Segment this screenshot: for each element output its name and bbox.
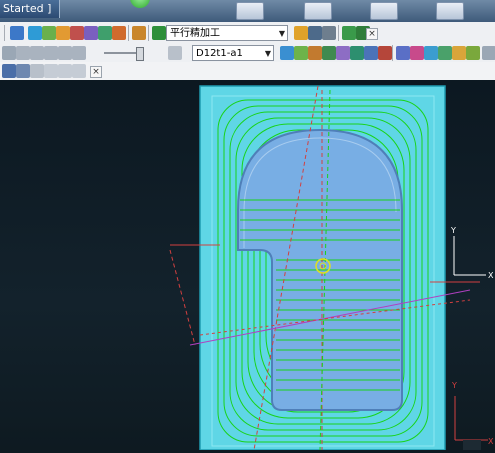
strategy-select-value: 平行精加工 xyxy=(170,28,220,39)
select-icon[interactable] xyxy=(2,64,16,78)
parallel-finishing-icon[interactable] xyxy=(152,26,166,40)
step-forward-icon[interactable] xyxy=(58,46,72,60)
nc-program-icon[interactable] xyxy=(132,26,146,40)
toolbar-separator xyxy=(128,25,129,41)
edit-icon[interactable] xyxy=(30,64,44,78)
toolbar-separator xyxy=(148,25,149,41)
settings-icon[interactable] xyxy=(322,26,336,40)
zoom-fit-icon[interactable] xyxy=(452,46,466,60)
transform-icon[interactable] xyxy=(16,64,30,78)
axis-triad-bottom xyxy=(454,396,488,441)
view-side-icon[interactable] xyxy=(438,46,452,60)
calculate-icon[interactable] xyxy=(294,26,308,40)
simulation-toolbar: D12t1-a1 ▼ xyxy=(0,44,495,63)
collision-check-icon[interactable] xyxy=(336,46,350,60)
view-front-icon[interactable] xyxy=(424,46,438,60)
view-iso-icon[interactable] xyxy=(396,46,410,60)
view-top-icon[interactable] xyxy=(410,46,424,60)
speed-slider-thumb[interactable] xyxy=(136,47,144,61)
fast-forward-icon[interactable] xyxy=(44,46,58,60)
window-title-bar: Started ] xyxy=(0,0,495,22)
model-icon[interactable] xyxy=(28,26,42,40)
boundary-icon[interactable] xyxy=(342,26,356,40)
strategy-select[interactable]: 平行精加工 ▼ xyxy=(166,25,288,41)
reorder-icon[interactable] xyxy=(58,64,72,78)
tool-holder-icon[interactable] xyxy=(168,46,182,60)
y-axis-label: Y xyxy=(450,226,456,235)
start-orb[interactable] xyxy=(130,0,150,8)
speed-slider-track[interactable] xyxy=(104,52,140,54)
shaded-view-icon[interactable] xyxy=(280,46,294,60)
delete-icon[interactable] xyxy=(308,26,322,40)
toolbar-separator xyxy=(4,25,5,41)
taskbar-button[interactable] xyxy=(304,2,332,20)
taskbar-button[interactable] xyxy=(370,2,398,20)
secondary-toolbar: × xyxy=(0,62,495,81)
play-icon[interactable] xyxy=(2,46,16,60)
speed-icon[interactable] xyxy=(98,26,112,40)
x-axis-label-bottom: X xyxy=(488,437,494,446)
toolpath-view[interactable]: Y X Y X xyxy=(0,80,495,451)
chevron-down-icon[interactable]: ▼ xyxy=(265,46,271,62)
compare-icon[interactable] xyxy=(364,46,378,60)
chevron-down-icon[interactable]: ▼ xyxy=(279,26,285,42)
print-icon[interactable] xyxy=(10,26,24,40)
tool-select[interactable]: D12t1-a1 ▼ xyxy=(192,45,274,61)
x-axis-label: X xyxy=(488,271,494,280)
stock-model-icon[interactable] xyxy=(308,46,322,60)
main-toolbar: 平行精加工 ▼ × xyxy=(0,22,495,45)
toolbar-separator xyxy=(392,45,393,61)
close-icon[interactable]: × xyxy=(90,66,102,78)
tool-select-value: D12t1-a1 xyxy=(196,48,243,59)
exit-simulation-icon[interactable] xyxy=(378,46,392,60)
close-icon[interactable]: × xyxy=(366,28,378,40)
taskbar-button[interactable] xyxy=(436,2,464,20)
window-title: Started ] xyxy=(0,0,61,18)
step-back-icon[interactable] xyxy=(16,46,30,60)
feedrate-icon[interactable] xyxy=(84,26,98,40)
wireframe-icon[interactable] xyxy=(294,46,308,60)
axis-triad xyxy=(453,236,486,276)
trim-icon[interactable] xyxy=(44,64,58,78)
toolbar-separator xyxy=(338,25,339,41)
end-icon[interactable] xyxy=(72,46,86,60)
toolpath-verify-icon[interactable] xyxy=(112,26,126,40)
taskbar-button[interactable] xyxy=(236,2,264,20)
leads-icon[interactable] xyxy=(70,26,84,40)
block-icon[interactable] xyxy=(42,26,56,40)
split-icon[interactable] xyxy=(72,64,86,78)
status-indicator xyxy=(463,440,481,450)
more-icon[interactable] xyxy=(482,46,495,60)
rest-material-icon[interactable] xyxy=(322,46,336,60)
y-axis-label-bottom: Y xyxy=(451,381,457,390)
rewind-icon[interactable] xyxy=(30,46,44,60)
graphics-viewport[interactable]: Y X Y X xyxy=(0,80,495,451)
shade-icon[interactable] xyxy=(466,46,480,60)
tool-icon[interactable] xyxy=(56,26,70,40)
gouge-check-icon[interactable] xyxy=(350,46,364,60)
